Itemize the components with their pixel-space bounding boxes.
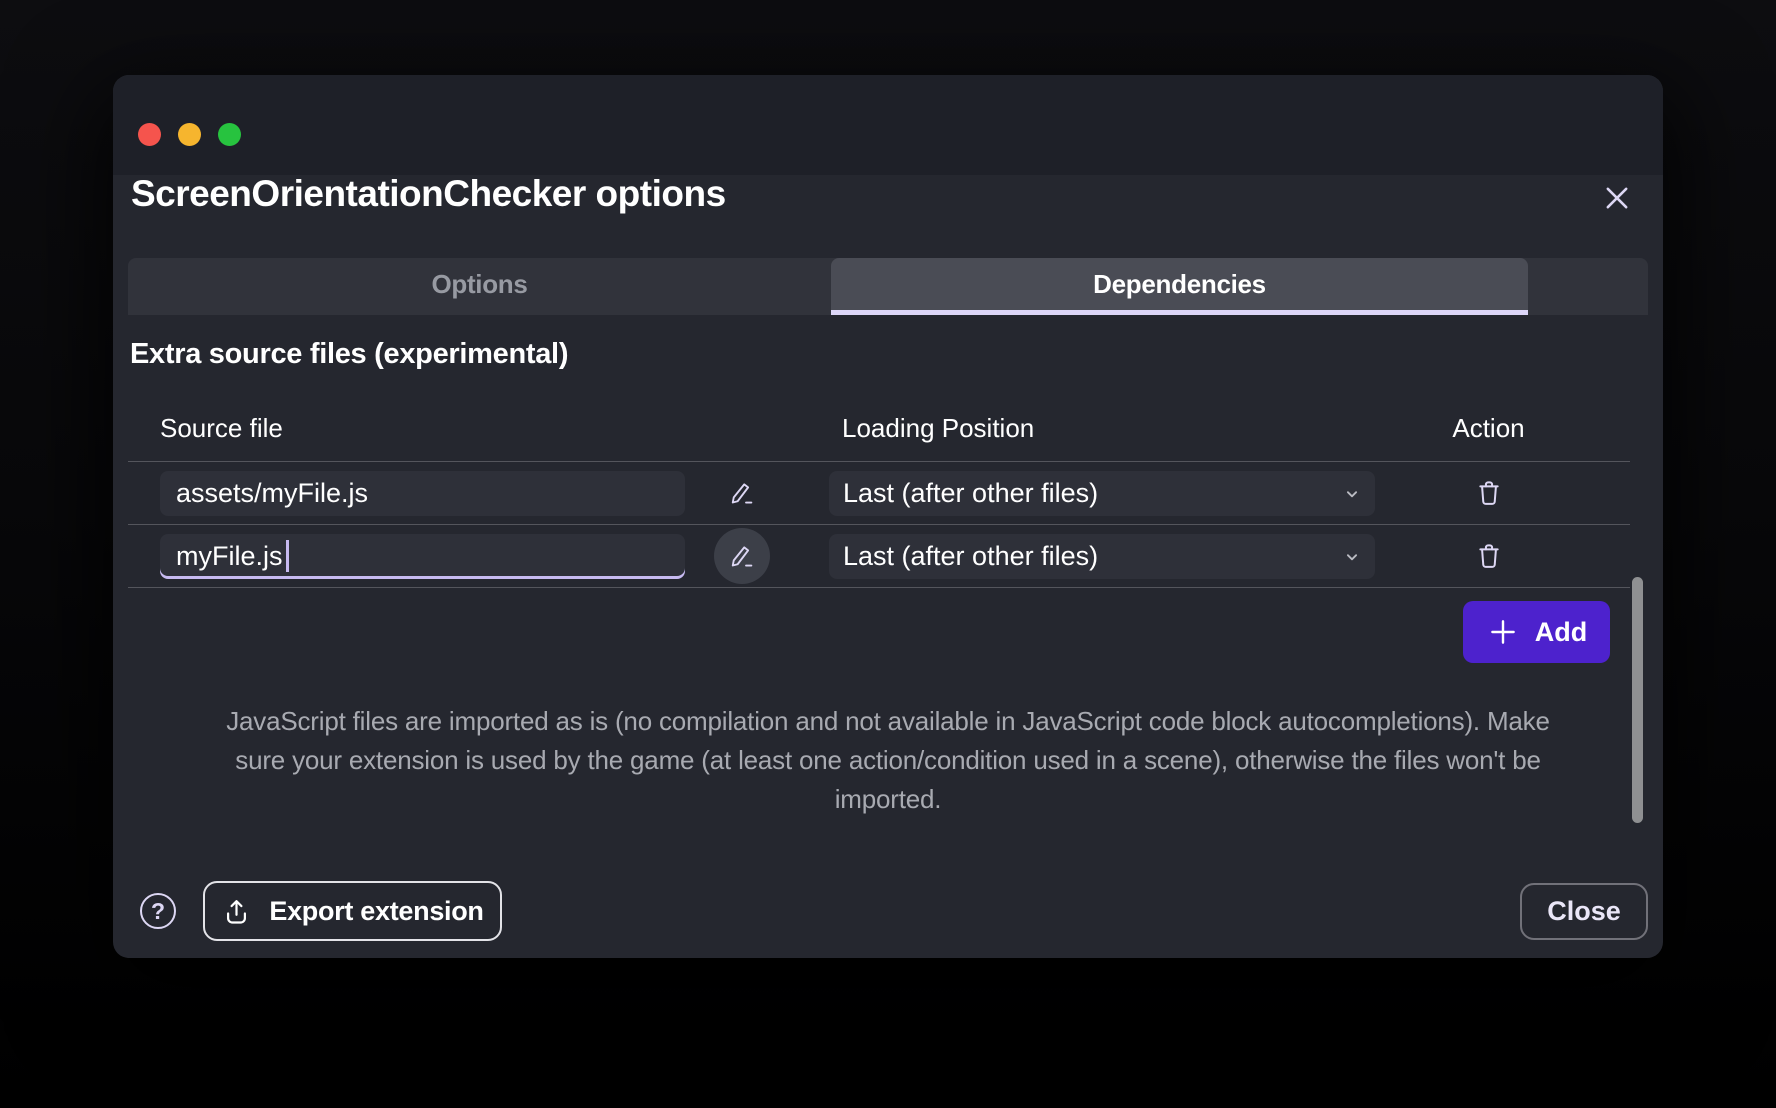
edit-source-file-button[interactable] bbox=[714, 528, 770, 584]
source-file-value: assets/myFile.js bbox=[176, 478, 368, 509]
pencil-edit-icon bbox=[727, 541, 757, 571]
active-tab-indicator bbox=[831, 310, 1528, 315]
export-extension-button[interactable]: Export extension bbox=[203, 881, 502, 941]
delete-row-button[interactable] bbox=[1461, 528, 1517, 584]
source-file-input[interactable]: myFile.js bbox=[160, 534, 685, 579]
text-cursor bbox=[286, 540, 289, 572]
column-header-source-file: Source file bbox=[128, 413, 685, 444]
loading-position-value: Last (after other files) bbox=[843, 478, 1098, 509]
explanation-note: JavaScript files are imported as is (no … bbox=[128, 702, 1648, 819]
tab-bar: Options Dependencies bbox=[128, 258, 1648, 315]
help-button[interactable]: ? bbox=[140, 893, 176, 929]
source-file-value: myFile.js bbox=[176, 541, 283, 572]
tab-options[interactable]: Options bbox=[128, 258, 831, 310]
edit-source-file-button[interactable] bbox=[714, 465, 770, 521]
question-mark-icon: ? bbox=[151, 898, 165, 925]
trash-icon bbox=[1473, 540, 1505, 572]
dialog-window: ScreenOrientationChecker options Options… bbox=[113, 75, 1663, 958]
table-row: myFile.js Last (after other files) bbox=[128, 525, 1630, 588]
close-button-label: Close bbox=[1547, 896, 1621, 926]
column-header-action: Action bbox=[1375, 413, 1630, 444]
source-file-input[interactable]: assets/myFile.js bbox=[160, 471, 685, 516]
minimize-window-light[interactable] bbox=[178, 123, 201, 146]
table-header-row: Source file Loading Position Action bbox=[128, 395, 1630, 462]
note-line: sure your extension is used by the game … bbox=[128, 741, 1648, 780]
section-heading: Extra source files (experimental) bbox=[130, 338, 568, 371]
traffic-lights bbox=[138, 123, 241, 146]
trash-icon bbox=[1473, 477, 1505, 509]
vertical-scrollbar-thumb[interactable] bbox=[1632, 577, 1643, 823]
close-window-light[interactable] bbox=[138, 123, 161, 146]
add-button-label: Add bbox=[1535, 617, 1587, 648]
note-line: JavaScript files are imported as is (no … bbox=[128, 702, 1648, 741]
close-icon bbox=[1600, 181, 1634, 215]
tab-dependencies-label: Dependencies bbox=[1093, 269, 1266, 300]
column-header-loading-position: Loading Position bbox=[829, 413, 1034, 444]
export-button-label: Export extension bbox=[269, 896, 483, 927]
chevron-down-icon bbox=[1341, 483, 1363, 505]
add-source-file-button[interactable]: Add bbox=[1463, 601, 1610, 663]
delete-row-button[interactable] bbox=[1461, 465, 1517, 521]
close-button[interactable]: Close bbox=[1520, 883, 1648, 940]
zoom-window-light[interactable] bbox=[218, 123, 241, 146]
loading-position-value: Last (after other files) bbox=[843, 541, 1098, 572]
loading-position-select[interactable]: Last (after other files) bbox=[829, 534, 1375, 579]
source-files-table: Source file Loading Position Action asse… bbox=[128, 395, 1630, 588]
note-line: imported. bbox=[128, 780, 1648, 819]
tab-options-label: Options bbox=[431, 269, 527, 300]
dialog-title: ScreenOrientationChecker options bbox=[131, 173, 726, 215]
upload-icon bbox=[221, 896, 252, 927]
pencil-edit-icon bbox=[727, 478, 757, 508]
titlebar bbox=[113, 75, 1663, 175]
table-row: assets/myFile.js Last (after other files… bbox=[128, 462, 1630, 525]
tab-dependencies[interactable]: Dependencies bbox=[831, 258, 1528, 310]
close-dialog-button[interactable] bbox=[1596, 178, 1638, 218]
plus-icon bbox=[1486, 615, 1520, 649]
chevron-down-icon bbox=[1341, 546, 1363, 568]
loading-position-select[interactable]: Last (after other files) bbox=[829, 471, 1375, 516]
